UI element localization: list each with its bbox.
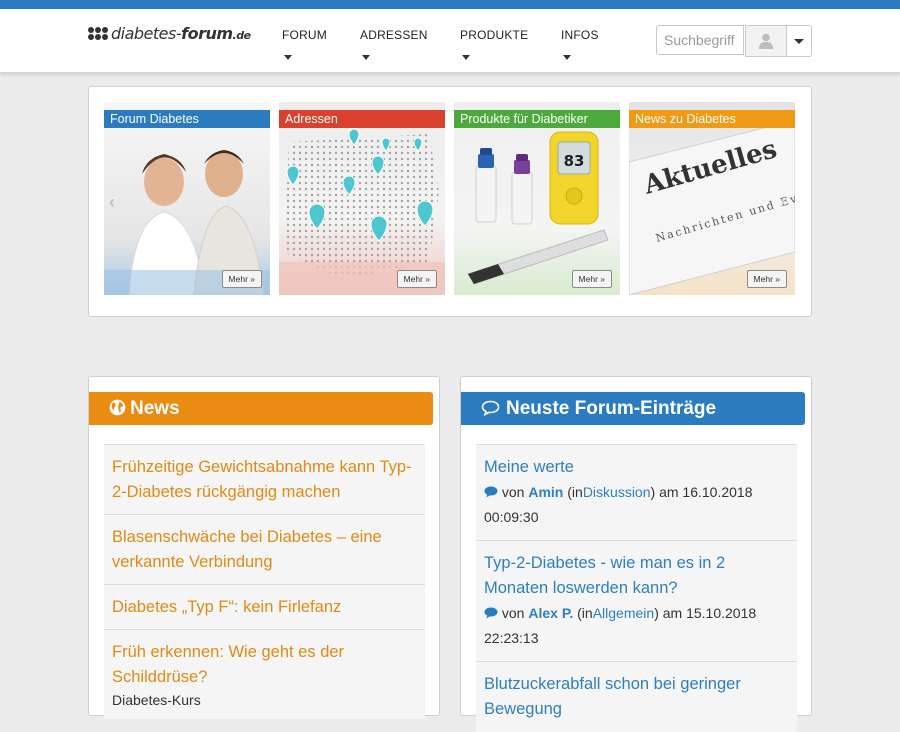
- forum-entry-category[interactable]: Diskussion: [583, 484, 651, 500]
- slider-tile-title: Adressen: [279, 110, 445, 128]
- nav-item-infos[interactable]: INFOS: [561, 28, 599, 42]
- news-item-title[interactable]: Diabetes „Typ F“: kein Firlefanz: [112, 598, 341, 616]
- slider-tile-forum[interactable]: Forum Diabetes Mehr »: [104, 102, 270, 295]
- forum-entry-title[interactable]: Blutzuckerabfall schon bei geringer Bewe…: [484, 672, 789, 722]
- forum-entry-meta: von Alex P. (inAllgemein) am 15.10.2018 …: [484, 605, 757, 646]
- forum-entry-time: 22:23:13: [484, 630, 539, 646]
- news-panel: News Frühzeitige Gewichtsabnahme kann Ty…: [88, 376, 440, 719]
- forum-entry[interactable]: Meine werte von Amin (inDiskussion) am 1…: [476, 444, 797, 540]
- slider-tile-title: Forum Diabetes: [104, 110, 270, 128]
- nav-item-produkte[interactable]: PRODUKTE: [460, 28, 528, 42]
- slider-more-button[interactable]: Mehr »: [396, 270, 437, 288]
- forum-entry-author[interactable]: Alex P.: [528, 605, 573, 621]
- forum-entry-author[interactable]: Amin: [528, 484, 563, 500]
- top-accent-bar: [0, 0, 900, 9]
- chevron-down-icon: [794, 38, 804, 44]
- user-menu-dropdown-button[interactable]: [786, 25, 812, 57]
- products-photo: 83: [467, 131, 609, 285]
- news-item-title[interactable]: Blasenschwäche bei Diabetes – eine verka…: [112, 528, 382, 571]
- forum-entry[interactable]: Typ-2-Diabetes - wie man es in 2 Monaten…: [476, 540, 797, 661]
- nav-forum-caret-icon[interactable]: [284, 55, 292, 60]
- news-panel-header: News: [89, 392, 433, 425]
- nav-produkte-caret-icon[interactable]: [462, 55, 470, 60]
- meter-display-value: 83: [564, 152, 585, 170]
- slider-more-button[interactable]: Mehr »: [221, 270, 262, 288]
- news-item[interactable]: Blasenschwäche bei Diabetes – eine verka…: [104, 514, 425, 584]
- slider-tile-produkte[interactable]: 83 Produkte für Diabetiker Mehr »: [454, 102, 620, 295]
- forum-panel-title: Neuste Forum-Einträge: [506, 398, 717, 419]
- news-item[interactable]: Früh erkennen: Wie geht es der Schilddrü…: [104, 629, 425, 719]
- comment-icon: [481, 400, 500, 417]
- news-item[interactable]: Diabetes „Typ F“: kein Firlefanz: [104, 584, 425, 629]
- news-item-subtitle: Diabetes-Kurs: [112, 692, 201, 708]
- navbar: diabetes-forum.de FORUM ADRESSEN PRODUKT…: [0, 9, 900, 73]
- map-photo: [279, 128, 445, 295]
- user-icon: [759, 33, 773, 49]
- forum-panel-header: Neuste Forum-Einträge: [461, 392, 805, 425]
- slider-tile-news[interactable]: Aktuelles Nachrichten und Eve News zu Di…: [629, 102, 795, 295]
- forum-list: Meine werte von Amin (inDiskussion) am 1…: [476, 444, 797, 732]
- forum-entry-meta: von Amin (inDiskussion) am 16.10.2018 00…: [484, 484, 753, 525]
- chevron-right-icon[interactable]: ›: [779, 192, 785, 213]
- nav-item-forum[interactable]: FORUM: [282, 28, 327, 42]
- user-menu-button[interactable]: [745, 25, 787, 57]
- comment-icon: [484, 486, 498, 498]
- news-item-title[interactable]: Früh erkennen: Wie geht es der Schilddrü…: [112, 643, 344, 686]
- news-item[interactable]: Frühzeitige Gewichtsabnahme kann Typ-2-D…: [104, 444, 425, 514]
- news-list: Frühzeitige Gewichtsabnahme kann Typ-2-D…: [104, 444, 425, 719]
- forum-entry[interactable]: Blutzuckerabfall schon bei geringer Bewe…: [476, 661, 797, 732]
- forum-entry-title[interactable]: Meine werte: [484, 455, 789, 480]
- slider-tile-adressen[interactable]: Adressen Mehr »: [279, 102, 445, 295]
- site-logo[interactable]: diabetes-forum.de: [88, 23, 251, 43]
- forum-entry-title[interactable]: Typ-2-Diabetes - wie man es in 2 Monaten…: [484, 551, 789, 601]
- chevron-left-icon[interactable]: ‹: [109, 192, 115, 213]
- feature-slider: Forum Diabetes Mehr » Adressen Mehr » 83…: [88, 86, 812, 317]
- news-item-title[interactable]: Frühzeitige Gewichtsabnahme kann Typ-2-D…: [112, 458, 412, 501]
- search-input[interactable]: [656, 25, 744, 55]
- newspaper-photo: Aktuelles Nachrichten und Eve: [629, 119, 795, 295]
- logo-text: diabetes-forum.de: [111, 23, 251, 43]
- globe-icon: [109, 399, 126, 416]
- couple-photo: [104, 150, 270, 295]
- logo-dots-icon: [88, 26, 108, 40]
- forum-panel: Neuste Forum-Einträge Meine werte von Am…: [460, 376, 812, 732]
- nav-item-adressen[interactable]: ADRESSEN: [360, 28, 428, 42]
- forum-entry-time: 00:09:30: [484, 509, 539, 525]
- slider-more-button[interactable]: Mehr »: [571, 270, 612, 288]
- nav-infos-caret-icon[interactable]: [563, 55, 571, 60]
- slider-tile-title: News zu Diabetes: [629, 110, 795, 128]
- nav-adressen-caret-icon[interactable]: [362, 55, 370, 60]
- slider-tile-title: Produkte für Diabetiker: [454, 110, 620, 128]
- comment-icon: [484, 607, 498, 619]
- forum-entry-category[interactable]: Allgemein: [593, 605, 654, 621]
- news-panel-title: News: [130, 398, 180, 419]
- slider-more-button[interactable]: Mehr »: [746, 270, 787, 288]
